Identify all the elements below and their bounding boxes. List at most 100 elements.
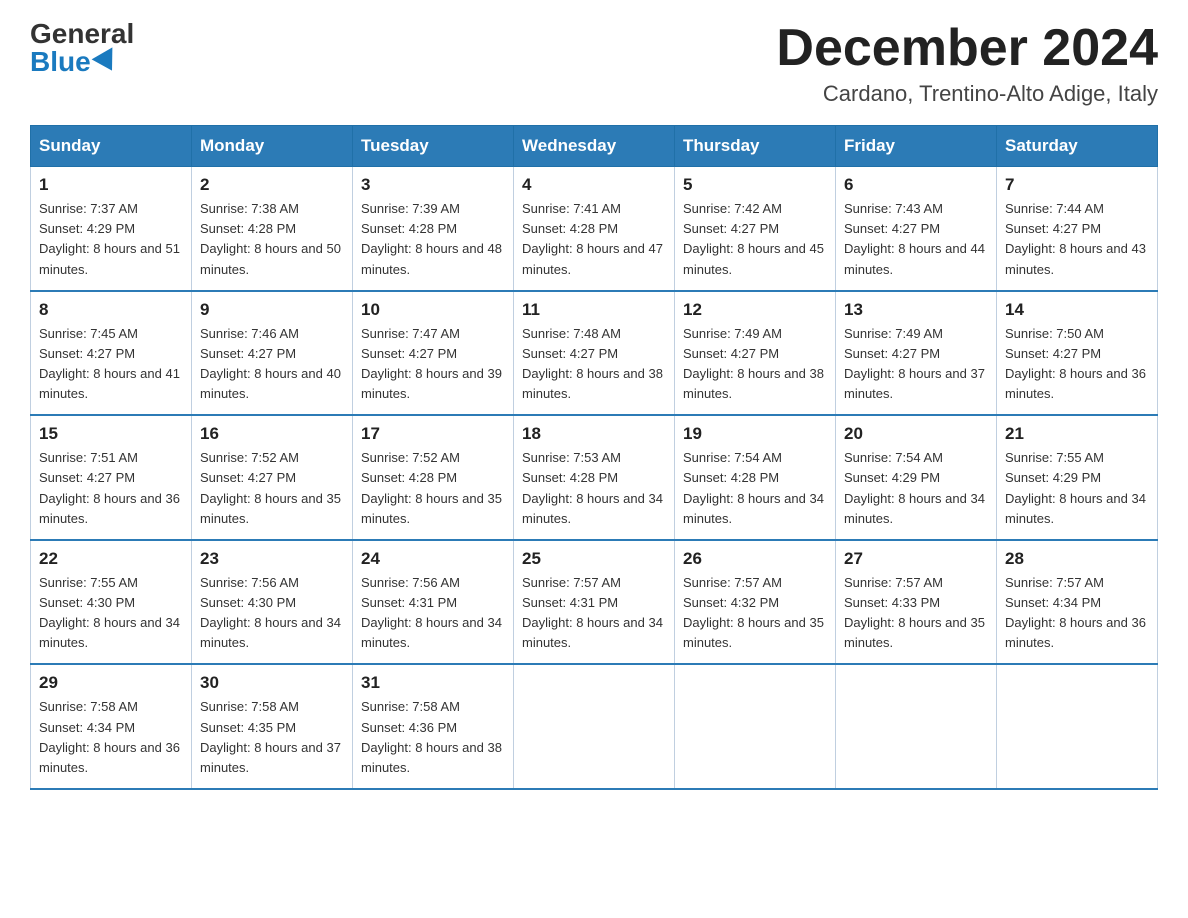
day-detail: Sunrise: 7:42 AMSunset: 4:27 PMDaylight:… xyxy=(683,201,824,276)
calendar-cell xyxy=(514,664,675,789)
col-sunday: Sunday xyxy=(31,126,192,167)
day-number: 9 xyxy=(200,300,344,320)
calendar-cell: 17 Sunrise: 7:52 AMSunset: 4:28 PMDaylig… xyxy=(353,415,514,540)
calendar-cell: 30 Sunrise: 7:58 AMSunset: 4:35 PMDaylig… xyxy=(192,664,353,789)
calendar-cell: 26 Sunrise: 7:57 AMSunset: 4:32 PMDaylig… xyxy=(675,540,836,665)
day-number: 21 xyxy=(1005,424,1149,444)
day-number: 29 xyxy=(39,673,183,693)
calendar-week-row: 1 Sunrise: 7:37 AMSunset: 4:29 PMDayligh… xyxy=(31,167,1158,291)
day-number: 22 xyxy=(39,549,183,569)
day-detail: Sunrise: 7:45 AMSunset: 4:27 PMDaylight:… xyxy=(39,326,180,401)
calendar-cell: 5 Sunrise: 7:42 AMSunset: 4:27 PMDayligh… xyxy=(675,167,836,291)
logo-blue-text: Blue xyxy=(30,48,119,76)
day-number: 17 xyxy=(361,424,505,444)
col-tuesday: Tuesday xyxy=(353,126,514,167)
calendar-cell: 4 Sunrise: 7:41 AMSunset: 4:28 PMDayligh… xyxy=(514,167,675,291)
day-detail: Sunrise: 7:43 AMSunset: 4:27 PMDaylight:… xyxy=(844,201,985,276)
calendar-cell: 16 Sunrise: 7:52 AMSunset: 4:27 PMDaylig… xyxy=(192,415,353,540)
day-detail: Sunrise: 7:55 AMSunset: 4:30 PMDaylight:… xyxy=(39,575,180,650)
page-header: General Blue December 2024 Cardano, Tren… xyxy=(30,20,1158,107)
day-detail: Sunrise: 7:54 AMSunset: 4:29 PMDaylight:… xyxy=(844,450,985,525)
day-detail: Sunrise: 7:41 AMSunset: 4:28 PMDaylight:… xyxy=(522,201,663,276)
calendar-table: Sunday Monday Tuesday Wednesday Thursday… xyxy=(30,125,1158,790)
day-number: 18 xyxy=(522,424,666,444)
weekday-header-row: Sunday Monday Tuesday Wednesday Thursday… xyxy=(31,126,1158,167)
day-detail: Sunrise: 7:44 AMSunset: 4:27 PMDaylight:… xyxy=(1005,201,1146,276)
calendar-cell: 19 Sunrise: 7:54 AMSunset: 4:28 PMDaylig… xyxy=(675,415,836,540)
calendar-week-row: 22 Sunrise: 7:55 AMSunset: 4:30 PMDaylig… xyxy=(31,540,1158,665)
day-detail: Sunrise: 7:52 AMSunset: 4:28 PMDaylight:… xyxy=(361,450,502,525)
day-detail: Sunrise: 7:58 AMSunset: 4:34 PMDaylight:… xyxy=(39,699,180,774)
calendar-cell: 31 Sunrise: 7:58 AMSunset: 4:36 PMDaylig… xyxy=(353,664,514,789)
day-detail: Sunrise: 7:58 AMSunset: 4:36 PMDaylight:… xyxy=(361,699,502,774)
calendar-cell: 18 Sunrise: 7:53 AMSunset: 4:28 PMDaylig… xyxy=(514,415,675,540)
col-monday: Monday xyxy=(192,126,353,167)
month-title: December 2024 xyxy=(776,20,1158,77)
logo: General Blue xyxy=(30,20,134,76)
calendar-cell: 25 Sunrise: 7:57 AMSunset: 4:31 PMDaylig… xyxy=(514,540,675,665)
calendar-cell: 27 Sunrise: 7:57 AMSunset: 4:33 PMDaylig… xyxy=(836,540,997,665)
day-detail: Sunrise: 7:39 AMSunset: 4:28 PMDaylight:… xyxy=(361,201,502,276)
calendar-cell: 10 Sunrise: 7:47 AMSunset: 4:27 PMDaylig… xyxy=(353,291,514,416)
calendar-cell xyxy=(997,664,1158,789)
day-detail: Sunrise: 7:57 AMSunset: 4:31 PMDaylight:… xyxy=(522,575,663,650)
calendar-cell: 23 Sunrise: 7:56 AMSunset: 4:30 PMDaylig… xyxy=(192,540,353,665)
calendar-week-row: 29 Sunrise: 7:58 AMSunset: 4:34 PMDaylig… xyxy=(31,664,1158,789)
day-detail: Sunrise: 7:55 AMSunset: 4:29 PMDaylight:… xyxy=(1005,450,1146,525)
logo-general-text: General xyxy=(30,20,134,48)
calendar-cell: 7 Sunrise: 7:44 AMSunset: 4:27 PMDayligh… xyxy=(997,167,1158,291)
day-detail: Sunrise: 7:46 AMSunset: 4:27 PMDaylight:… xyxy=(200,326,341,401)
day-number: 10 xyxy=(361,300,505,320)
day-number: 25 xyxy=(522,549,666,569)
calendar-cell: 1 Sunrise: 7:37 AMSunset: 4:29 PMDayligh… xyxy=(31,167,192,291)
calendar-cell xyxy=(836,664,997,789)
day-detail: Sunrise: 7:38 AMSunset: 4:28 PMDaylight:… xyxy=(200,201,341,276)
calendar-cell xyxy=(675,664,836,789)
col-saturday: Saturday xyxy=(997,126,1158,167)
day-number: 16 xyxy=(200,424,344,444)
day-detail: Sunrise: 7:57 AMSunset: 4:32 PMDaylight:… xyxy=(683,575,824,650)
day-detail: Sunrise: 7:49 AMSunset: 4:27 PMDaylight:… xyxy=(683,326,824,401)
calendar-week-row: 15 Sunrise: 7:51 AMSunset: 4:27 PMDaylig… xyxy=(31,415,1158,540)
day-number: 23 xyxy=(200,549,344,569)
calendar-cell: 12 Sunrise: 7:49 AMSunset: 4:27 PMDaylig… xyxy=(675,291,836,416)
calendar-cell: 13 Sunrise: 7:49 AMSunset: 4:27 PMDaylig… xyxy=(836,291,997,416)
day-number: 13 xyxy=(844,300,988,320)
calendar-cell: 29 Sunrise: 7:58 AMSunset: 4:34 PMDaylig… xyxy=(31,664,192,789)
day-number: 7 xyxy=(1005,175,1149,195)
logo-triangle-icon xyxy=(91,47,122,76)
day-number: 20 xyxy=(844,424,988,444)
day-detail: Sunrise: 7:51 AMSunset: 4:27 PMDaylight:… xyxy=(39,450,180,525)
col-wednesday: Wednesday xyxy=(514,126,675,167)
calendar-cell: 11 Sunrise: 7:48 AMSunset: 4:27 PMDaylig… xyxy=(514,291,675,416)
calendar-cell: 22 Sunrise: 7:55 AMSunset: 4:30 PMDaylig… xyxy=(31,540,192,665)
calendar-cell: 14 Sunrise: 7:50 AMSunset: 4:27 PMDaylig… xyxy=(997,291,1158,416)
day-number: 5 xyxy=(683,175,827,195)
calendar-body: 1 Sunrise: 7:37 AMSunset: 4:29 PMDayligh… xyxy=(31,167,1158,789)
day-number: 28 xyxy=(1005,549,1149,569)
day-number: 4 xyxy=(522,175,666,195)
day-number: 24 xyxy=(361,549,505,569)
day-number: 30 xyxy=(200,673,344,693)
day-number: 6 xyxy=(844,175,988,195)
day-detail: Sunrise: 7:56 AMSunset: 4:31 PMDaylight:… xyxy=(361,575,502,650)
day-number: 26 xyxy=(683,549,827,569)
day-detail: Sunrise: 7:49 AMSunset: 4:27 PMDaylight:… xyxy=(844,326,985,401)
calendar-header: Sunday Monday Tuesday Wednesday Thursday… xyxy=(31,126,1158,167)
calendar-cell: 8 Sunrise: 7:45 AMSunset: 4:27 PMDayligh… xyxy=(31,291,192,416)
calendar-cell: 9 Sunrise: 7:46 AMSunset: 4:27 PMDayligh… xyxy=(192,291,353,416)
calendar-cell: 2 Sunrise: 7:38 AMSunset: 4:28 PMDayligh… xyxy=(192,167,353,291)
day-number: 8 xyxy=(39,300,183,320)
title-area: December 2024 Cardano, Trentino-Alto Adi… xyxy=(776,20,1158,107)
calendar-cell: 28 Sunrise: 7:57 AMSunset: 4:34 PMDaylig… xyxy=(997,540,1158,665)
calendar-cell: 24 Sunrise: 7:56 AMSunset: 4:31 PMDaylig… xyxy=(353,540,514,665)
day-detail: Sunrise: 7:47 AMSunset: 4:27 PMDaylight:… xyxy=(361,326,502,401)
calendar-cell: 6 Sunrise: 7:43 AMSunset: 4:27 PMDayligh… xyxy=(836,167,997,291)
day-number: 15 xyxy=(39,424,183,444)
day-detail: Sunrise: 7:56 AMSunset: 4:30 PMDaylight:… xyxy=(200,575,341,650)
day-number: 2 xyxy=(200,175,344,195)
day-detail: Sunrise: 7:53 AMSunset: 4:28 PMDaylight:… xyxy=(522,450,663,525)
col-friday: Friday xyxy=(836,126,997,167)
day-detail: Sunrise: 7:58 AMSunset: 4:35 PMDaylight:… xyxy=(200,699,341,774)
day-number: 19 xyxy=(683,424,827,444)
